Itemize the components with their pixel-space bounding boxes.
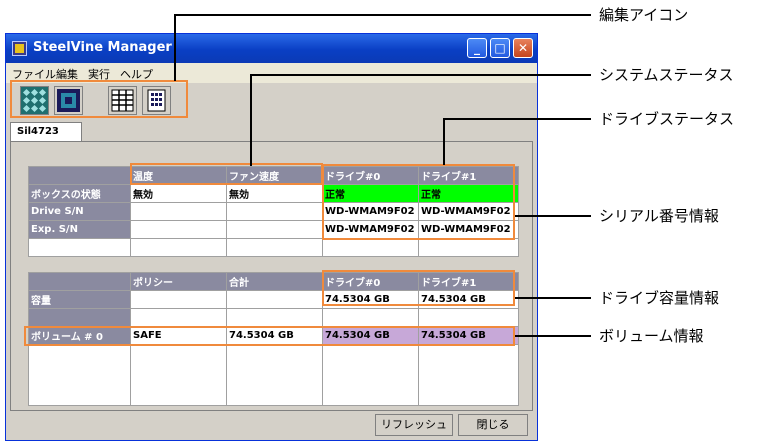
edit-icons-highlight: [10, 80, 188, 118]
maximize-button[interactable]: □: [490, 38, 510, 58]
tab-sil4723[interactable]: Sil4723: [10, 122, 82, 142]
table-cell: [226, 290, 323, 309]
close-dialog-button[interactable]: 閉じる: [458, 414, 528, 436]
callout-serial-info: シリアル番号情報: [599, 207, 719, 225]
table-cell: [418, 308, 519, 327]
leader-line: [174, 14, 591, 16]
table-row: [28, 308, 519, 327]
corner-cell: [28, 166, 131, 185]
callout-drive-capacity: ドライブ容量情報: [599, 289, 720, 307]
table-cell: [130, 290, 227, 309]
table-cell: [226, 344, 323, 406]
row-header: Exp. S/N: [28, 220, 131, 239]
drive-status-highlight: [322, 164, 515, 240]
corner-cell: [28, 272, 131, 291]
row-header: 容量: [28, 290, 131, 309]
leader-line: [174, 14, 176, 81]
app-icon: [12, 41, 27, 56]
table-cell: [226, 202, 323, 221]
table-cell: [226, 308, 323, 327]
leader-line: [515, 215, 591, 217]
close-button[interactable]: ✕: [513, 38, 533, 58]
callout-edit-icons: 編集アイコン: [599, 6, 689, 24]
table-cell: [322, 238, 419, 257]
table-cell: 無効: [130, 184, 227, 203]
drive-capacity-highlight: [322, 270, 515, 306]
window-title: SteelVine Manager: [33, 40, 172, 55]
table-cell: [28, 344, 131, 406]
callout-volume-info: ボリューム情報: [599, 327, 704, 345]
table-cell: 無効: [226, 184, 323, 203]
col-total: 合計: [226, 272, 323, 291]
callout-drive-status: ドライブステータス: [599, 110, 735, 128]
table-cell: [130, 308, 227, 327]
button-bar: リフレッシュ 閉じる: [6, 411, 537, 440]
table-cell: [28, 238, 131, 257]
leader-line: [443, 118, 591, 120]
col-policy: ポリシー: [130, 272, 227, 291]
leader-line: [443, 118, 445, 165]
callout-system-status: システムステータス: [599, 66, 734, 84]
volume-highlight: [24, 326, 515, 346]
leader-line: [515, 297, 591, 299]
title-bar[interactable]: SteelVine Manager _ □ ✕: [6, 34, 537, 63]
table-row: [28, 238, 519, 257]
table-cell: [226, 220, 323, 239]
table-cell: [130, 344, 227, 406]
table-cell: [322, 344, 419, 406]
leader-line: [250, 74, 252, 166]
table-cell: [322, 308, 419, 327]
table-cell: [130, 238, 227, 257]
table-cell: [418, 238, 519, 257]
minimize-button[interactable]: _: [467, 38, 487, 58]
table-cell: [130, 220, 227, 239]
table-cell: [130, 202, 227, 221]
leader-line: [515, 335, 591, 337]
system-status-highlight: [130, 163, 323, 185]
row-header: ボックスの状態: [28, 184, 131, 203]
table-cell: [418, 344, 519, 406]
table-row: [28, 344, 519, 406]
table-cell: [226, 238, 323, 257]
leader-line: [250, 74, 591, 76]
row-header: [28, 308, 131, 327]
row-header: Drive S/N: [28, 202, 131, 221]
tab-strip: Sil4723: [6, 119, 537, 142]
refresh-button[interactable]: リフレッシュ: [375, 414, 453, 436]
